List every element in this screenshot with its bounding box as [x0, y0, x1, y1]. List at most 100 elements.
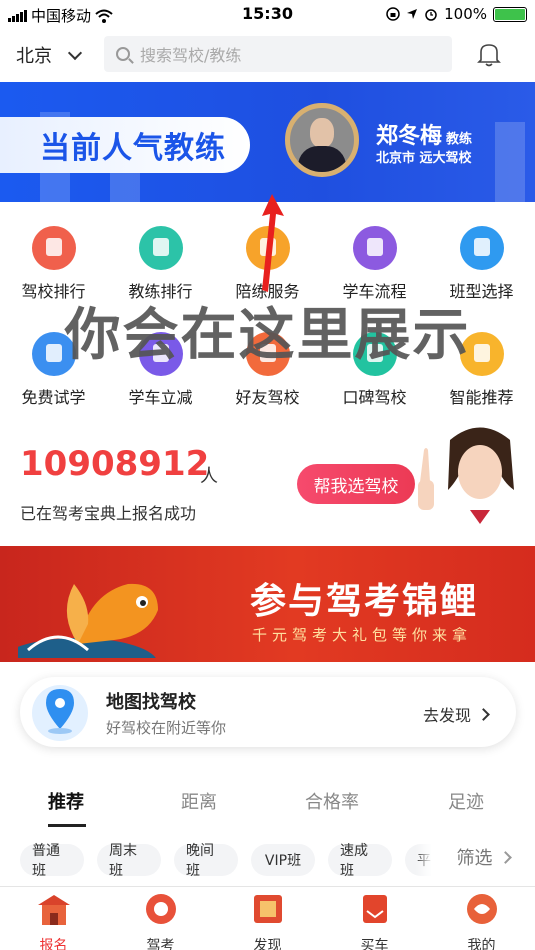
grid-item-learning-process[interactable]: 学车流程 — [321, 226, 428, 302]
medal-icon — [138, 226, 183, 270]
coupon-icon — [138, 332, 183, 376]
chevron-right-icon — [477, 707, 490, 721]
grid-label: 学车立减 — [128, 388, 193, 407]
signup-icon — [37, 895, 70, 925]
grid-label: 驾校排行 — [21, 282, 86, 301]
help-choose-school-button[interactable]: 帮我选驾校 — [297, 464, 415, 504]
alarm-icon — [425, 9, 437, 21]
friends-icon — [245, 332, 290, 376]
search-placeholder: 搜索驾校/教练 — [140, 46, 242, 65]
signup-unit: 人 — [200, 466, 218, 487]
chevron-right-icon — [498, 850, 512, 864]
tab-footprint[interactable]: 足迹 — [448, 788, 484, 814]
koi-subtitle: 千元驾考大礼包等你来拿 — [252, 626, 473, 644]
search-icon — [116, 47, 130, 61]
banner-title-pill: 当前人气教练 — [0, 117, 250, 173]
nav-discover[interactable]: 发现 — [214, 891, 321, 950]
nav-exam[interactable]: 驾考 — [107, 891, 214, 950]
header: 北京 搜索驾校/教练 — [0, 30, 535, 82]
tab-recommend[interactable]: 推荐 — [48, 788, 84, 814]
nav-label: 我的 — [467, 938, 496, 950]
chip-express[interactable]: 速成班 — [328, 843, 392, 879]
buy-car-icon — [362, 895, 387, 923]
battery-percent: 100% — [444, 5, 487, 23]
grid-item-free-trial[interactable]: 免费试学 — [0, 332, 107, 408]
lock-rotation-icon — [386, 7, 400, 21]
coach-avatar[interactable] — [285, 103, 359, 177]
active-tab-indicator — [48, 824, 86, 827]
grid-item-coach-ranking[interactable]: 教练排行 — [107, 226, 214, 302]
reputation-icon — [352, 332, 397, 376]
signup-count: 10908912 — [20, 444, 210, 484]
exam-icon — [145, 894, 176, 924]
grid-label: 免费试学 — [21, 388, 86, 407]
chip-regular[interactable]: 普通班 — [20, 843, 84, 879]
bell-icon[interactable] — [477, 41, 501, 67]
coach-name-text: 郑冬梅 — [376, 124, 443, 149]
location-icon — [407, 9, 418, 19]
koi-title: 参与驾考锦鲤 — [250, 581, 479, 622]
filter-button[interactable]: 筛选 — [431, 828, 535, 886]
assistant-girl-illustration — [418, 427, 522, 546]
discover-link[interactable]: 去发现 — [422, 702, 490, 726]
free-icon — [31, 332, 76, 376]
grid-item-friend-school[interactable]: 好友驾校 — [214, 332, 321, 408]
chip-vip[interactable]: VIP班 — [251, 844, 315, 876]
tab-distance[interactable]: 距离 — [181, 788, 217, 814]
nav-label: 报名 — [39, 938, 68, 950]
class-icon — [459, 226, 504, 270]
map-find-school-card[interactable]: 地图找驾校 好驾校在附近等你 去发现 — [20, 677, 516, 747]
grid-label: 班型选择 — [449, 282, 514, 301]
map-card-subtitle: 好驾校在附近等你 — [106, 719, 227, 737]
map-pin-icon — [32, 685, 88, 741]
signup-counter: 10908912 人 已在驾考宝典上报名成功 帮我选驾校 — [0, 427, 535, 546]
nav-label: 买车 — [360, 938, 389, 950]
nav-label: 发现 — [253, 938, 282, 950]
chip-evening[interactable]: 晚间班 — [174, 843, 238, 879]
coach-org: 北京市 远大驾校 — [376, 151, 472, 166]
koi-promo-banner[interactable]: 参与驾考锦鲤 千元驾考大礼包等你来拿 — [0, 546, 535, 662]
process-icon — [352, 226, 397, 270]
discover-icon — [253, 895, 282, 923]
avatar-face — [310, 118, 334, 148]
grid-label: 教练排行 — [128, 282, 193, 301]
grid-item-class-selection[interactable]: 班型选择 — [428, 226, 535, 302]
search-input[interactable]: 搜索驾校/教练 — [104, 36, 452, 72]
coach-name: 郑冬梅 教练 — [376, 118, 472, 150]
nav-profile[interactable]: 我的 — [428, 891, 535, 950]
page: 中国移动 15:30 100% 北京 搜索驾校/教练 当前人气教练 郑冬梅 教练… — [0, 0, 535, 950]
grid-item-school-ranking[interactable]: 驾校排行 — [0, 226, 107, 302]
map-card-title: 地图找驾校 — [106, 692, 196, 713]
grid-label: 智能推荐 — [449, 388, 514, 407]
red-arrow-annotation — [262, 194, 284, 292]
smart-icon — [459, 332, 504, 376]
tab-pass-rate[interactable]: 合格率 — [305, 788, 359, 814]
bottom-nav: 报名 驾考 发现 买车 我的 — [0, 886, 535, 950]
city-label: 北京 — [16, 46, 52, 67]
nav-buy-car[interactable]: 买车 — [321, 891, 428, 950]
status-right: 100% — [386, 5, 527, 23]
status-bar: 中国移动 15:30 100% — [0, 0, 535, 28]
grid-label: 好友驾校 — [235, 388, 300, 407]
grid-label: 学车流程 — [342, 282, 407, 301]
grid-label: 口碑驾校 — [342, 388, 407, 407]
filter-label: 筛选 — [456, 848, 493, 869]
koi-fish-illustration — [18, 583, 158, 658]
avatar-body — [298, 146, 346, 172]
signup-subtitle: 已在驾考宝典上报名成功 — [20, 504, 197, 523]
banner-title: 当前人气教练 — [40, 131, 226, 166]
chevron-down-icon — [67, 45, 83, 60]
decor-bar — [495, 122, 525, 202]
city-selector[interactable]: 北京 — [16, 42, 83, 68]
grid-item-reputation-school[interactable]: 口碑驾校 — [321, 332, 428, 408]
chip-weekend[interactable]: 周末班 — [97, 843, 161, 879]
profile-icon — [466, 894, 497, 924]
grid-item-discount[interactable]: 学车立减 — [107, 332, 214, 408]
nav-signup[interactable]: 报名 — [0, 891, 107, 950]
coach-role: 教练 — [446, 132, 473, 147]
grid-item-smart-recommend[interactable]: 智能推荐 — [428, 332, 535, 408]
trophy-icon — [31, 226, 76, 270]
sort-tabs: 推荐 距离 合格率 足迹 — [0, 782, 535, 827]
discover-label: 去发现 — [422, 706, 471, 725]
battery-icon — [493, 6, 527, 22]
